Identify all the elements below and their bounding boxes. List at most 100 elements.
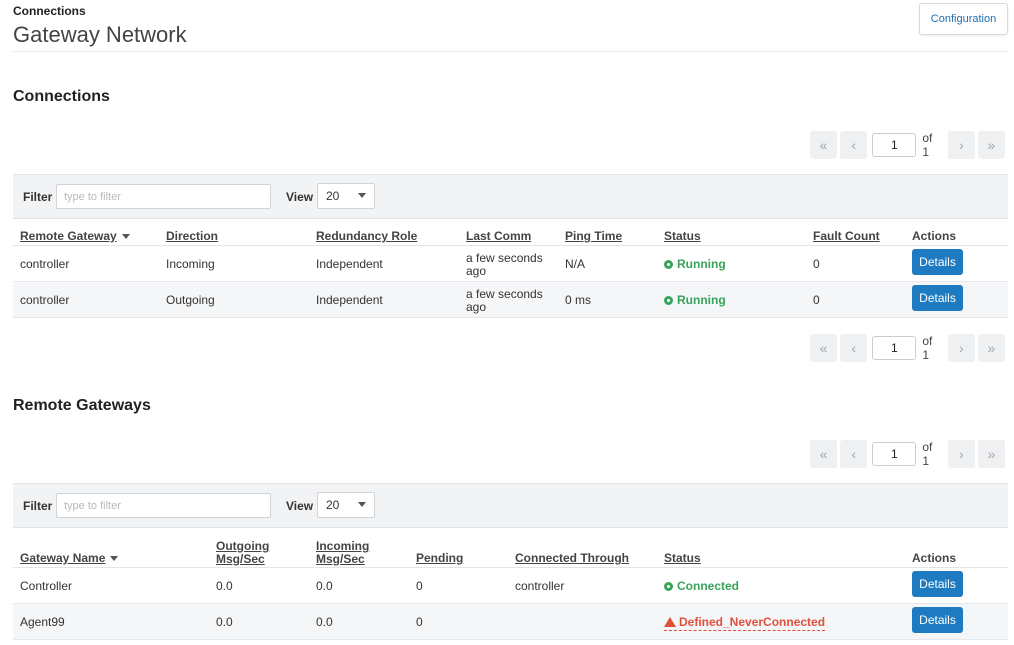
col-status[interactable]: Status — [664, 552, 701, 565]
col-ping-time[interactable]: Ping Time — [565, 230, 622, 243]
remote-gateways-section-title: Remote Gateways — [13, 397, 151, 414]
table-row: Agent99 0.0 0.0 0 Defined_NeverConnected… — [13, 604, 1008, 640]
cell-gateway-name: Agent99 — [20, 615, 65, 629]
configuration-button[interactable]: Configuration — [919, 3, 1008, 35]
details-button[interactable]: Details — [912, 249, 963, 275]
cell-incoming: 0.0 — [316, 579, 333, 593]
status-badge: Running — [664, 294, 726, 307]
cell-remote-gateway: controller — [20, 257, 70, 271]
cell-ping-time: 0 ms — [565, 293, 592, 307]
connections-filter-bar: Filter View 20 — [13, 174, 1008, 219]
connections-view-select[interactable]: 20 — [317, 183, 375, 209]
page-count-label: of 1 — [922, 333, 933, 362]
cell-connected-through: controller — [515, 579, 565, 593]
connections-table-header: Remote Gateway Direction Redundancy Role… — [13, 228, 1008, 246]
status-badge: Connected — [664, 580, 739, 593]
col-outgoing-msg-sec[interactable]: Outgoing Msg/Sec — [216, 540, 269, 566]
col-actions: Actions — [912, 551, 957, 565]
last-page-button[interactable]: » — [977, 130, 1006, 159]
header-divider — [13, 51, 1008, 52]
col-fault-count[interactable]: Fault Count — [813, 230, 880, 243]
cell-ping-time: N/A — [565, 257, 586, 271]
remote-gateways-pager-top: « ‹ of 1 › » — [810, 439, 1008, 468]
chevron-down-icon — [358, 502, 366, 507]
prev-page-button[interactable]: ‹ — [840, 439, 868, 468]
cell-direction: Incoming — [166, 257, 215, 271]
col-actions: Actions — [912, 229, 957, 243]
col-connected-through[interactable]: Connected Through — [515, 552, 629, 565]
cell-outgoing: 0.0 — [216, 615, 233, 629]
col-redundancy-role[interactable]: Redundancy Role — [316, 230, 417, 243]
cell-last-comm: a few seconds ago — [466, 251, 543, 278]
details-button[interactable]: Details — [912, 571, 963, 597]
view-select-value: 20 — [326, 498, 340, 512]
cell-fault-count: 0 — [813, 257, 820, 271]
cell-gateway-name: Controller — [20, 579, 73, 593]
connections-pager-top: « ‹ of 1 › » — [810, 130, 1008, 159]
breadcrumb[interactable]: Connections — [13, 4, 86, 18]
remote-gateways-filter-bar: Filter View 20 — [13, 483, 1008, 528]
cell-last-comm: a few seconds ago — [466, 287, 543, 314]
cell-remote-gateway: controller — [20, 293, 70, 307]
next-page-button[interactable]: › — [947, 130, 975, 159]
view-select-value: 20 — [326, 189, 340, 203]
page-number-input[interactable] — [872, 132, 917, 157]
cell-incoming: 0.0 — [316, 615, 333, 629]
col-status[interactable]: Status — [664, 230, 701, 243]
col-remote-gateway[interactable]: Remote Gateway — [20, 230, 130, 243]
last-page-button[interactable]: » — [977, 333, 1006, 362]
page-count-label: of 1 — [922, 130, 933, 159]
running-status-icon — [664, 296, 673, 305]
filter-label: Filter — [23, 190, 53, 204]
page-number-input[interactable] — [872, 335, 917, 360]
remote-gateways-table: Gateway Name Outgoing Msg/Sec Incoming Msg… — [13, 538, 1008, 640]
sort-caret-icon — [110, 556, 119, 561]
prev-page-button[interactable]: ‹ — [840, 130, 868, 159]
table-row: controller Incoming Independent a few se… — [13, 246, 1008, 282]
cell-redundancy-role: Independent — [316, 293, 383, 307]
prev-page-button[interactable]: ‹ — [840, 333, 868, 362]
col-direction[interactable]: Direction — [166, 230, 218, 243]
connections-table: Remote Gateway Direction Redundancy Role… — [13, 228, 1008, 318]
page-header: Connections Gateway Network Configuratio… — [0, 0, 1014, 52]
col-last-comm[interactable]: Last Comm — [466, 230, 531, 243]
first-page-button[interactable]: « — [810, 333, 838, 362]
next-page-button[interactable]: › — [947, 439, 975, 468]
connections-filter-input[interactable] — [56, 184, 271, 209]
cell-pending: 0 — [416, 615, 423, 629]
first-page-button[interactable]: « — [810, 439, 838, 468]
cell-redundancy-role: Independent — [316, 257, 383, 271]
remote-gateways-table-header: Gateway Name Outgoing Msg/Sec Incoming Msg… — [13, 538, 1008, 568]
first-page-button[interactable]: « — [810, 130, 838, 159]
page-title: Gateway Network — [13, 22, 187, 47]
remote-gateways-view-select[interactable]: 20 — [317, 492, 375, 518]
table-row: Controller 0.0 0.0 0 controller Connecte… — [13, 568, 1008, 604]
page-number-input[interactable] — [872, 441, 917, 466]
warning-triangle-icon — [664, 617, 676, 627]
details-button[interactable]: Details — [912, 285, 963, 311]
status-badge: Running — [664, 258, 726, 271]
col-incoming-msg-sec[interactable]: Incoming Msg/Sec — [316, 540, 369, 566]
filter-label: Filter — [23, 499, 53, 513]
view-label: View — [286, 499, 314, 513]
cell-direction: Outgoing — [166, 293, 215, 307]
status-badge[interactable]: Defined_NeverConnected — [664, 616, 826, 631]
chevron-down-icon — [358, 193, 366, 198]
connections-pager-bottom: « ‹ of 1 › » — [810, 333, 1008, 362]
cell-outgoing: 0.0 — [216, 579, 233, 593]
col-gateway-name[interactable]: Gateway Name — [20, 552, 119, 565]
details-button[interactable]: Details — [912, 607, 963, 633]
sort-caret-icon — [121, 234, 130, 239]
running-status-icon — [664, 260, 673, 269]
page-count-label: of 1 — [922, 439, 933, 468]
cell-fault-count: 0 — [813, 293, 820, 307]
cell-pending: 0 — [416, 579, 423, 593]
running-status-icon — [664, 582, 673, 591]
last-page-button[interactable]: » — [977, 439, 1006, 468]
view-label: View — [286, 190, 314, 204]
connections-section-title: Connections — [13, 88, 110, 105]
remote-gateways-filter-input[interactable] — [56, 493, 271, 518]
col-pending[interactable]: Pending — [416, 552, 463, 565]
table-row: controller Outgoing Independent a few se… — [13, 282, 1008, 318]
next-page-button[interactable]: › — [947, 333, 975, 362]
